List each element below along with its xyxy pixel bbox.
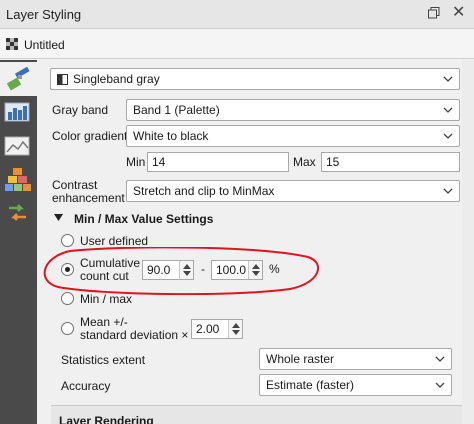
mean-label-line2: standard deviation × xyxy=(80,328,189,342)
spin-down-icon[interactable] xyxy=(183,271,191,276)
accuracy-label: Accuracy xyxy=(61,379,111,393)
max-input[interactable]: 15 xyxy=(321,152,460,172)
history-icon xyxy=(9,204,26,221)
percent-label: % xyxy=(269,262,280,276)
chevron-down-icon xyxy=(443,76,453,82)
cumulative-from-spinbox[interactable]: 90.0 xyxy=(142,260,194,280)
cumulative-label-line2: count cut xyxy=(80,269,129,283)
gray-band-value: Band 1 (Palette) xyxy=(133,103,220,117)
collapse-triangle-icon[interactable] xyxy=(54,214,63,222)
cumulative-to-spinbox[interactable]: 100.0 xyxy=(211,260,263,280)
spin-buttons[interactable] xyxy=(179,261,193,279)
stddev-spinbox[interactable]: 2.00 xyxy=(191,319,243,339)
min-max-label: Min / max xyxy=(80,292,133,306)
min-label: Min xyxy=(126,155,146,169)
sidebar-item-symbology[interactable] xyxy=(0,62,37,96)
spin-up-icon[interactable] xyxy=(183,264,191,269)
close-icon[interactable]: ✕ xyxy=(452,3,465,23)
range-dash: - xyxy=(201,262,205,276)
chevron-down-icon xyxy=(443,133,453,139)
spin-buttons[interactable] xyxy=(228,320,242,338)
paintbrush-icon xyxy=(6,66,30,91)
layer-name: Untitled xyxy=(24,38,65,52)
raster-layer-icon xyxy=(6,38,18,50)
statistics-extent-value: Whole raster xyxy=(266,352,335,366)
contrast-label-line2: enhancement xyxy=(52,191,125,205)
sidebar-item-histogram[interactable] xyxy=(4,100,32,126)
transparency-icon xyxy=(4,136,30,156)
panel-title: Layer Styling xyxy=(6,7,82,22)
color-gradient-label: Color gradient xyxy=(52,129,128,143)
mean-stddev-radio[interactable] xyxy=(61,322,74,335)
chevron-down-icon xyxy=(443,188,453,194)
spin-up-icon[interactable] xyxy=(252,264,260,269)
chevron-down-icon xyxy=(435,356,445,362)
color-gradient-value: White to black xyxy=(133,129,209,143)
user-defined-radio[interactable] xyxy=(61,234,74,247)
pyramids-icon xyxy=(5,168,31,191)
accuracy-value: Estimate (faster) xyxy=(266,378,355,392)
singleband-gray-icon xyxy=(57,74,68,85)
renderer-type-combo[interactable]: Singleband gray xyxy=(50,68,460,90)
layer-rendering-title: Layer Rendering xyxy=(59,414,154,424)
symbology-panel: Singleband gray Gray band Band 1 (Palett… xyxy=(37,60,474,424)
layer-rendering-section[interactable]: Layer Rendering xyxy=(51,405,474,424)
color-gradient-combo[interactable]: White to black xyxy=(126,125,460,147)
min-max-radio[interactable] xyxy=(61,292,74,305)
statistics-extent-combo[interactable]: Whole raster xyxy=(259,348,452,370)
user-defined-label: User defined xyxy=(80,234,149,248)
gray-band-label: Gray band xyxy=(52,103,109,117)
spin-buttons[interactable] xyxy=(248,261,262,279)
sidebar-item-history[interactable] xyxy=(4,200,32,226)
chevron-down-icon xyxy=(435,382,445,388)
max-label: Max xyxy=(293,155,316,169)
histogram-icon xyxy=(4,102,30,122)
spin-down-icon[interactable] xyxy=(252,271,260,276)
sidebar-item-transparency[interactable] xyxy=(4,134,32,160)
contrast-enhancement-value: Stretch and clip to MinMax xyxy=(133,184,275,198)
contrast-enhancement-combo[interactable]: Stretch and clip to MinMax xyxy=(126,180,460,202)
spin-down-icon[interactable] xyxy=(232,330,240,335)
min-input[interactable]: 14 xyxy=(147,152,289,172)
restore-icon[interactable] xyxy=(428,7,440,19)
layer-selector[interactable]: Untitled xyxy=(0,30,474,59)
vertical-scrollbar[interactable] xyxy=(462,60,474,424)
spin-up-icon[interactable] xyxy=(232,323,240,328)
renderer-type-value: Singleband gray xyxy=(73,72,160,86)
accuracy-combo[interactable]: Estimate (faster) xyxy=(259,374,452,396)
style-sidebar xyxy=(0,60,37,424)
panel-titlebar: Layer Styling ✕ xyxy=(0,0,474,29)
sidebar-item-pyramids[interactable] xyxy=(4,166,32,192)
statistics-extent-label: Statistics extent xyxy=(61,353,146,367)
minmax-section-title[interactable]: Min / Max Value Settings xyxy=(74,212,213,226)
chevron-down-icon xyxy=(443,107,453,113)
gray-band-combo[interactable]: Band 1 (Palette) xyxy=(126,99,460,121)
cumulative-count-cut-radio[interactable] xyxy=(61,263,74,276)
